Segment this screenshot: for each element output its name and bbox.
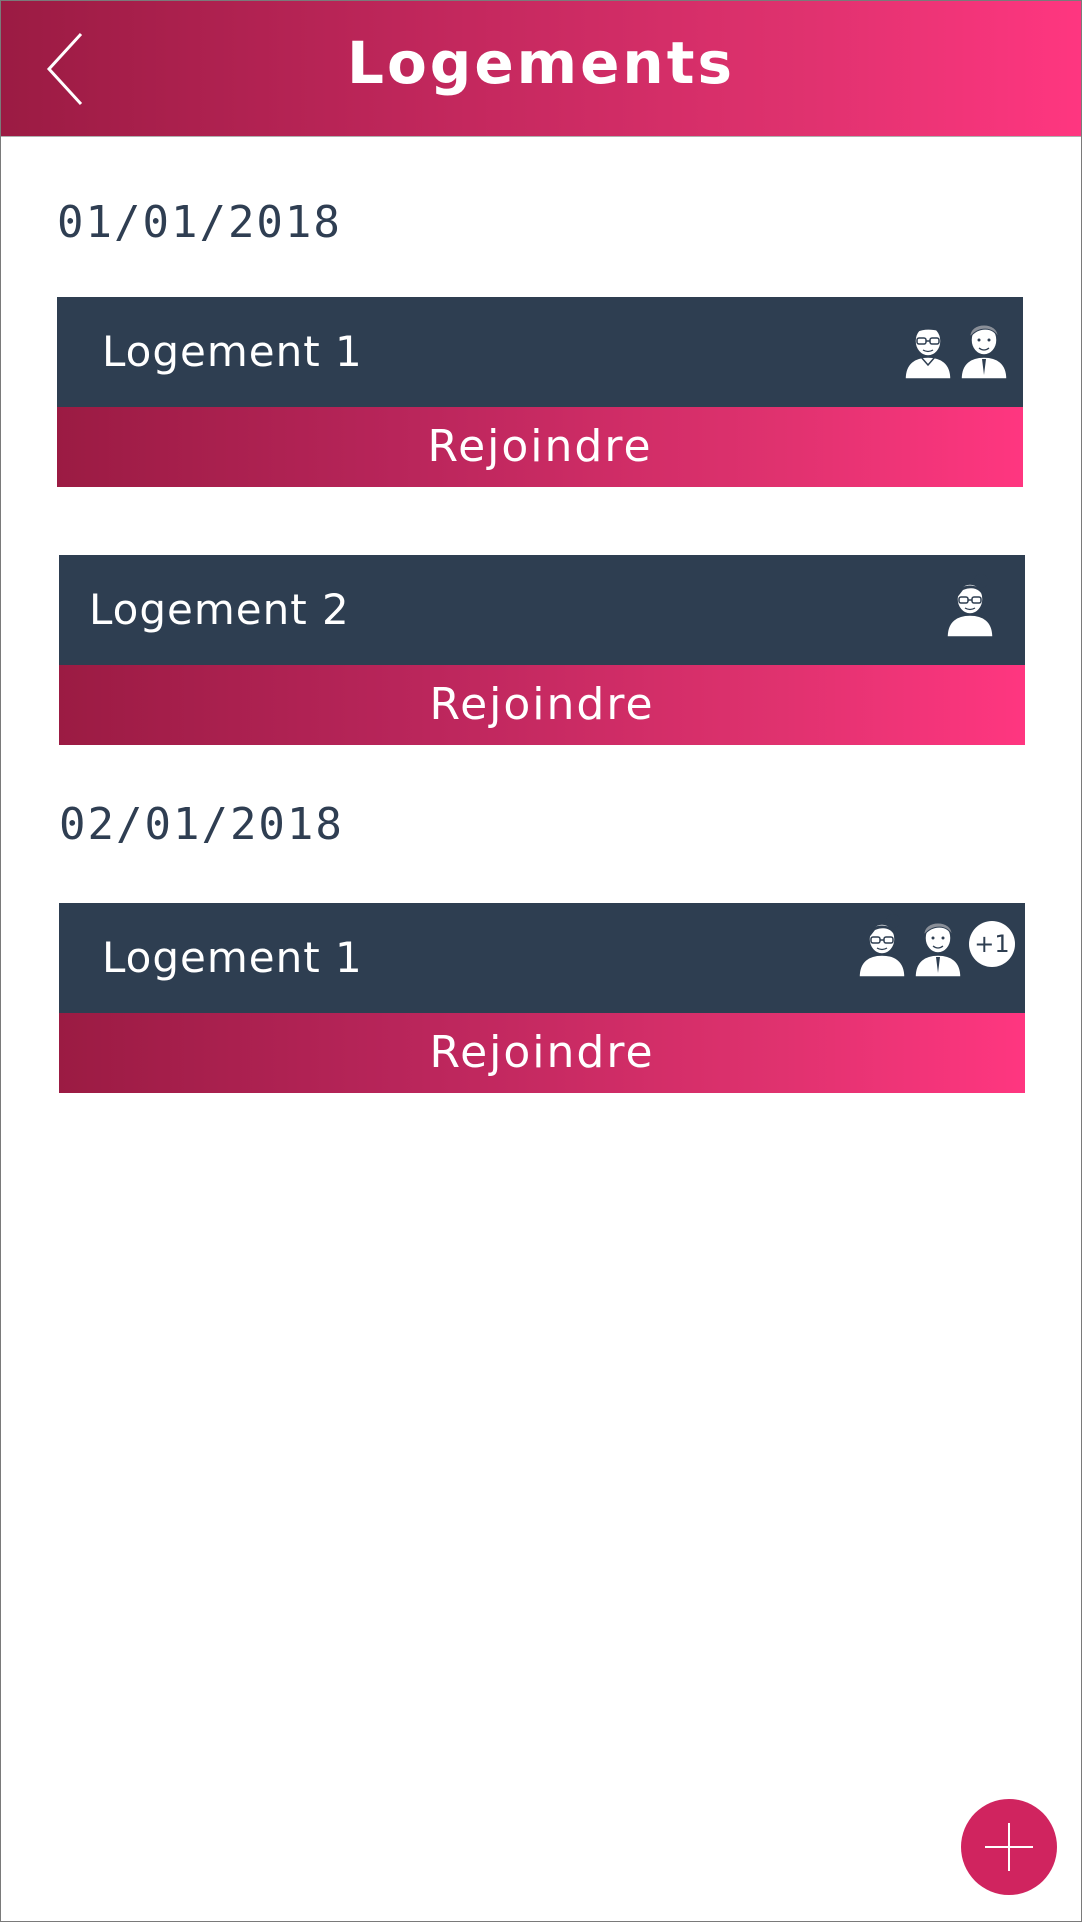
card-title: Logement 1 xyxy=(102,933,363,982)
card-header: Logement 2 xyxy=(59,555,1025,665)
page-title: Logements xyxy=(347,29,735,97)
woman-with-glasses-avatar xyxy=(946,574,994,637)
man-with-tie-avatar xyxy=(960,324,1008,379)
app-screen: Logements 01/01/2018 Logement 1 Rejoindr… xyxy=(0,0,1082,1922)
man-with-glasses-avatar xyxy=(904,325,952,379)
section-date: 01/01/2018 xyxy=(57,197,342,248)
participant-avatars xyxy=(899,311,1011,381)
add-button[interactable] xyxy=(961,1799,1057,1895)
card-title: Logement 1 xyxy=(102,327,363,376)
man-with-tie-avatar xyxy=(914,922,962,977)
card-title: Logement 2 xyxy=(89,585,350,634)
card-header: Logement 1 xyxy=(57,297,1023,407)
logement-card: Logement 2 Rejoindre xyxy=(59,555,1025,745)
woman-with-glasses-avatar xyxy=(858,914,906,977)
section-date: 02/01/2018 xyxy=(59,799,344,850)
more-participants-badge[interactable]: +1 xyxy=(969,921,1015,967)
header-bar: Logements xyxy=(1,1,1081,137)
participant-avatars xyxy=(941,569,997,639)
plus-icon xyxy=(985,1823,1033,1871)
logement-card: Logement 1 xyxy=(57,297,1023,487)
participant-avatars: +1 xyxy=(853,909,1015,979)
card-header: Logement 1 xyxy=(59,903,1025,1013)
join-button[interactable]: Rejoindre xyxy=(59,1013,1025,1093)
join-button[interactable]: Rejoindre xyxy=(57,407,1023,487)
logement-card: Logement 1 xyxy=(59,903,1025,1093)
join-button[interactable]: Rejoindre xyxy=(59,665,1025,745)
